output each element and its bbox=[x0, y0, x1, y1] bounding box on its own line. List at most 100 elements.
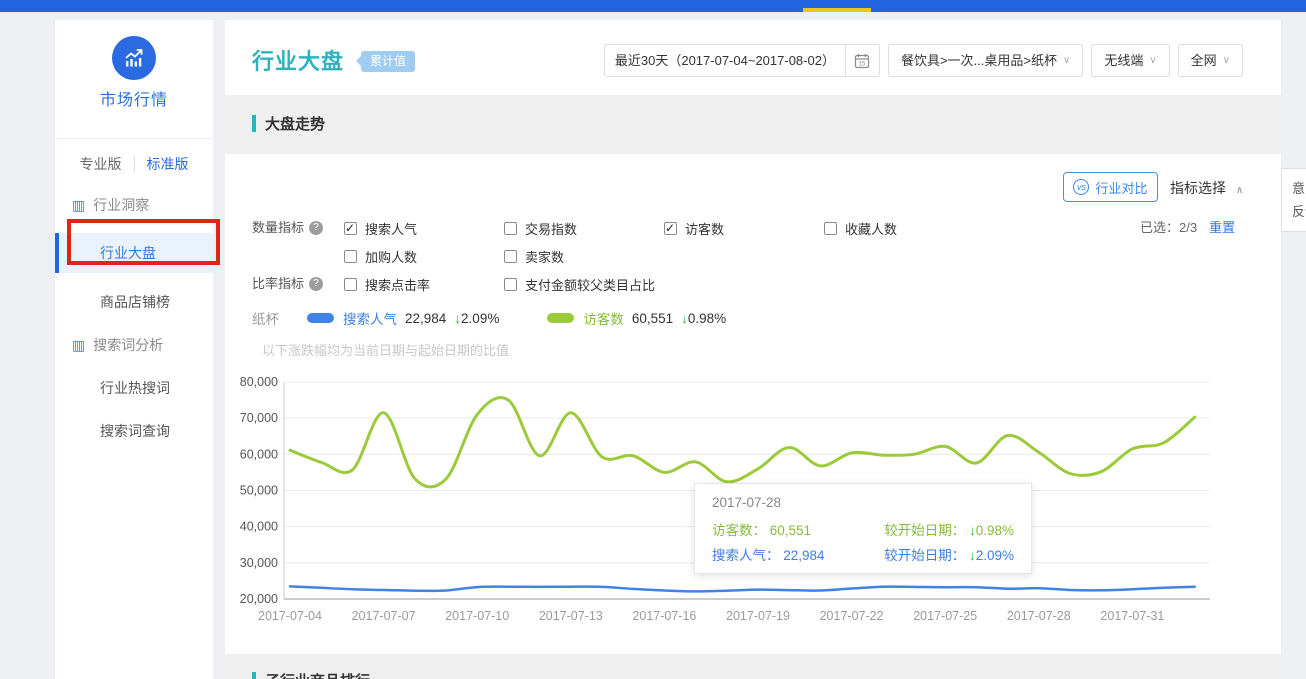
section-title: 大盘走势 bbox=[252, 113, 325, 134]
feedback-tab[interactable]: 意见 反馈 bbox=[1281, 168, 1306, 232]
svg-text:2017-07-16: 2017-07-16 bbox=[632, 609, 696, 623]
legend-name: 访客数 bbox=[583, 308, 624, 328]
metric-label: 支付金额较父类目占比 bbox=[525, 275, 655, 294]
down-arrow-icon: ↓ bbox=[969, 523, 976, 538]
series-line-搜索人气 bbox=[290, 586, 1195, 591]
legend-item: 访客数 60,551 ↓0.98% bbox=[547, 308, 726, 328]
checkbox-unchecked[interactable] bbox=[344, 250, 357, 263]
legend-value: 60,551 bbox=[632, 311, 673, 326]
chevron-up-icon: ∧ bbox=[1236, 185, 1243, 196]
metric-checkbox-item[interactable]: 支付金额较父类目占比 bbox=[504, 270, 664, 298]
sidebar-item-link[interactable]: ▥搜索词分析 bbox=[55, 324, 213, 367]
legend-swatch bbox=[547, 313, 574, 323]
svg-text:70,000: 70,000 bbox=[240, 411, 278, 425]
metric-checkbox-item[interactable]: 访客数 bbox=[664, 214, 824, 242]
sidebar-version-tab[interactable]: 标准版 bbox=[135, 154, 201, 174]
metric-checkbox-item[interactable]: 搜索点击率 bbox=[344, 270, 504, 298]
legend-category: 纸杯 bbox=[252, 308, 279, 328]
date-range-select[interactable]: 最近30天（2017-07-04~2017-08-02） 15 bbox=[604, 44, 880, 77]
quantity-metrics-label: 数量指标 ? bbox=[252, 214, 344, 242]
checkbox-unchecked[interactable] bbox=[824, 222, 837, 235]
quantity-metric-grid: 搜索人气 交易指数 访客数 收藏人数加购人数卖家数 bbox=[344, 214, 984, 270]
svg-text:2017-07-10: 2017-07-10 bbox=[445, 609, 509, 623]
down-arrow-icon: ↓ bbox=[969, 548, 976, 563]
metric-select-toggle[interactable]: 指标选择 ∧ bbox=[1170, 178, 1243, 198]
sidebar-item-label: 行业大盘 bbox=[100, 245, 156, 261]
sidebar-menu: ▥ 行业洞察行业大盘商品店铺榜 ▥搜索词分析行业热搜词搜索词查询 bbox=[55, 184, 213, 453]
svg-text:2017-07-22: 2017-07-22 bbox=[820, 609, 884, 623]
legend-swatch bbox=[307, 313, 334, 323]
app-title: 市场行情 bbox=[55, 86, 213, 110]
selected-count-text: 已选：2/3 bbox=[1140, 220, 1197, 235]
vs-icon: vs bbox=[1073, 179, 1089, 195]
metric-label: 搜索点击率 bbox=[365, 275, 430, 294]
checkbox-checked[interactable] bbox=[344, 222, 357, 235]
legend-change: 0.98% bbox=[688, 311, 726, 326]
sidebar-item-label: 行业洞察 bbox=[93, 197, 149, 213]
checkbox-unchecked[interactable] bbox=[344, 278, 357, 291]
series-line-访客数 bbox=[290, 398, 1195, 487]
svg-text:40,000: 40,000 bbox=[240, 520, 278, 534]
scope-select[interactable]: 全网∨ bbox=[1178, 44, 1243, 77]
metric-checkbox-item[interactable]: 加购人数 bbox=[344, 242, 504, 270]
tooltip-row-search: 搜索人气： 22,984 较开始日期： ↓2.09% bbox=[712, 543, 1014, 568]
chevron-down-icon: ∨ bbox=[1223, 45, 1230, 76]
svg-text:2017-07-28: 2017-07-28 bbox=[1007, 609, 1071, 623]
svg-text:30,000: 30,000 bbox=[240, 556, 278, 570]
date-range-label: 最近30天（2017-07-04~2017-08-02） bbox=[605, 45, 845, 76]
down-arrow-icon: ↓ bbox=[681, 311, 688, 326]
top-nav-bar bbox=[0, 0, 1306, 12]
feedback-line2: 反馈 bbox=[1292, 200, 1306, 223]
metric-label: 交易指数 bbox=[525, 219, 577, 238]
category-select[interactable]: 餐饮具>一次...桌用品>纸杯∨ bbox=[888, 44, 1083, 77]
scope-label: 全网 bbox=[1191, 45, 1217, 76]
next-section-band: 子行业商品排行 bbox=[225, 654, 1281, 679]
category-label: 餐饮具>一次...桌用品>纸杯 bbox=[901, 45, 1057, 76]
checkbox-unchecked[interactable] bbox=[504, 278, 517, 291]
checkbox-unchecked[interactable] bbox=[504, 222, 517, 235]
ratio-metrics-row: 比率指标 ? 搜索点击率 支付金额较父类目占比 bbox=[252, 270, 1152, 298]
tooltip-date: 2017-07-28 bbox=[712, 495, 1014, 510]
feedback-line1: 意见 bbox=[1292, 177, 1306, 200]
svg-text:80,000: 80,000 bbox=[240, 375, 278, 389]
ratio-metrics-label: 比率指标 ? bbox=[252, 270, 344, 298]
industry-compare-button[interactable]: vs 行业对比 bbox=[1063, 172, 1158, 202]
metric-checkbox-item[interactable]: 收藏人数 bbox=[824, 214, 984, 242]
sidebar-item-active[interactable]: 行业大盘 bbox=[55, 233, 213, 273]
ledger-icon: ▥ bbox=[72, 337, 85, 353]
chart-legend: 纸杯 搜索人气22,984↓2.09% 访客数 60,551 ↓0.98% bbox=[252, 308, 774, 328]
legend-item: 搜索人气22,984↓2.09% bbox=[307, 308, 499, 328]
calendar-icon[interactable]: 15 bbox=[845, 45, 879, 76]
chart-note: 以下涨跌幅均为当前日期与起始日期的比值 bbox=[262, 340, 509, 359]
checkbox-unchecked[interactable] bbox=[504, 250, 517, 263]
sidebar-item-link[interactable]: 商品店铺榜 bbox=[55, 281, 213, 324]
quantity-label-text: 数量指标 bbox=[252, 214, 304, 242]
ledger-icon: ▥ bbox=[72, 197, 85, 213]
sidebar-item-link[interactable]: 行业热搜词 bbox=[55, 367, 213, 410]
sidebar: 市场行情 专业版标准版 ▥ 行业洞察行业大盘商品店铺榜 ▥搜索词分析行业热搜词搜索词… bbox=[55, 20, 213, 679]
svg-text:2017-07-04: 2017-07-04 bbox=[258, 609, 322, 623]
metric-checkbox-item[interactable]: 搜索人气 bbox=[344, 214, 504, 242]
metric-checkbox-item[interactable]: 交易指数 bbox=[504, 214, 664, 242]
sidebar-item-label: 商品店铺榜 bbox=[100, 294, 170, 310]
legend-change: 2.09% bbox=[461, 311, 499, 326]
sidebar-version-tabs: 专业版标准版 bbox=[55, 144, 213, 184]
metric-label: 搜索人气 bbox=[365, 219, 417, 238]
help-icon[interactable]: ? bbox=[309, 221, 323, 235]
main-panel: 行业大盘 累计值 最近30天（2017-07-04~2017-08-02） 15… bbox=[225, 20, 1281, 679]
sidebar-version-tab[interactable]: 专业版 bbox=[68, 154, 134, 174]
cumulative-value-badge: 累计值 bbox=[361, 51, 415, 72]
svg-text:15: 15 bbox=[859, 61, 866, 67]
sidebar-item-link[interactable]: ▥ 行业洞察 bbox=[55, 184, 213, 227]
metric-select-label: 指标选择 bbox=[1170, 180, 1226, 196]
metric-label: 访客数 bbox=[685, 219, 724, 238]
section-title-bar bbox=[252, 672, 256, 679]
device-select[interactable]: 无线端∨ bbox=[1091, 44, 1169, 77]
metric-checkbox-item[interactable]: 卖家数 bbox=[504, 242, 664, 270]
reset-link[interactable]: 重置 bbox=[1209, 220, 1235, 235]
chart-trend-icon bbox=[112, 36, 156, 80]
help-icon[interactable]: ? bbox=[309, 277, 323, 291]
checkbox-checked[interactable] bbox=[664, 222, 677, 235]
legend-value: 22,984 bbox=[405, 311, 446, 326]
sidebar-item-link[interactable]: 搜索词查询 bbox=[55, 410, 213, 453]
